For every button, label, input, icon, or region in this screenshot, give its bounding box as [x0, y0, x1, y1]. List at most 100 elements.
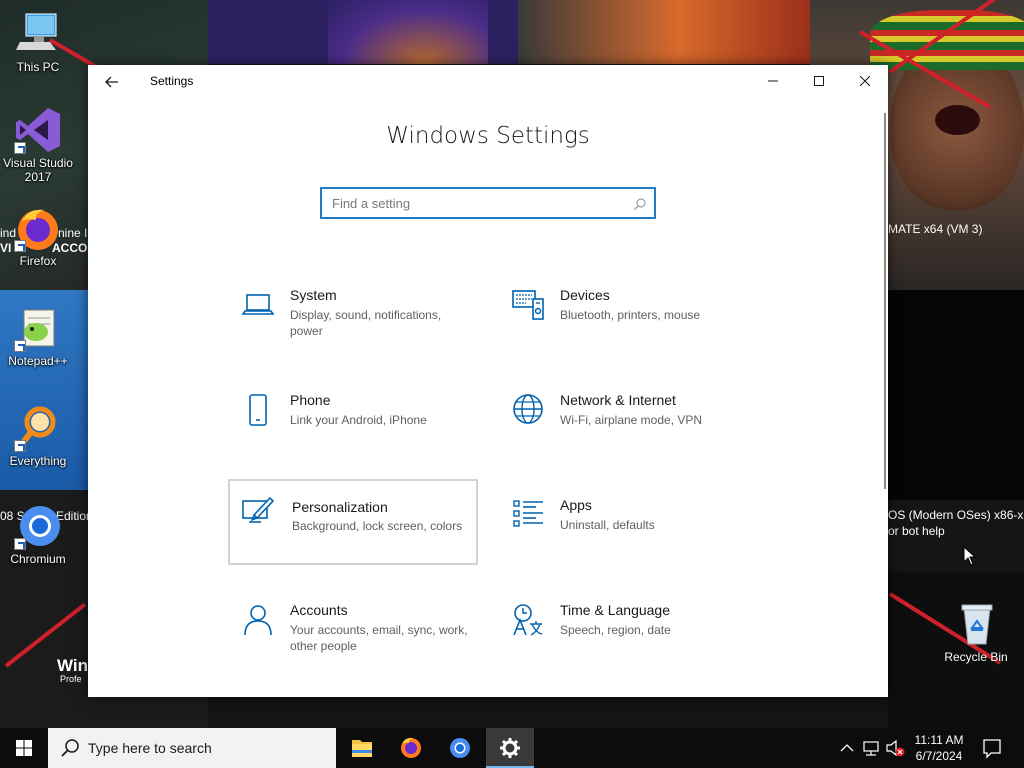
taskbar-firefox[interactable]: [387, 728, 435, 768]
shortcut-arrow-icon: [14, 240, 26, 252]
shortcut-arrow-icon: [14, 440, 26, 452]
minimize-icon: [768, 80, 778, 82]
wallpaper-tile: [888, 290, 1024, 500]
network-icon: [863, 741, 879, 756]
chevron-up-icon: [840, 744, 854, 752]
globe-icon: [510, 392, 546, 428]
recycle-bin-icon: [952, 600, 1000, 648]
category-devices[interactable]: Devices Bluetooth, printers, mouse: [498, 279, 748, 365]
category-description: Wi-Fi, airplane mode, VPN: [560, 413, 703, 427]
taskbar-chromium[interactable]: [436, 728, 484, 768]
search-icon: [61, 739, 79, 757]
maximize-button[interactable]: [796, 65, 842, 97]
shortcut-arrow-icon: [14, 142, 26, 154]
desktop-icon-visual-studio[interactable]: Visual Studio 2017: [0, 106, 76, 184]
category-description: Your accounts, email, sync, work, other …: [290, 623, 468, 653]
category-network-internet[interactable]: Network & Internet Wi-Fi, airplane mode,…: [498, 384, 748, 470]
chromium-icon: [14, 502, 62, 550]
category-system[interactable]: System Display, sound, notifications, po…: [228, 279, 478, 365]
phone-icon: [240, 392, 276, 428]
volume-button[interactable]: [884, 728, 906, 768]
time-language-icon: [510, 602, 546, 638]
category-title: Apps: [560, 497, 592, 513]
maximize-icon: [814, 76, 824, 86]
taskbar-search-placeholder: Type here to search: [88, 740, 212, 756]
laptop-icon: [240, 287, 276, 323]
shortcut-arrow-icon: [14, 340, 26, 352]
desktop-icon-recycle-bin[interactable]: Recycle Bin: [938, 600, 1014, 664]
notification-icon: [983, 739, 1001, 759]
desktop-icon-notepad-plus-plus[interactable]: Notepad++: [0, 304, 76, 368]
firefox-icon: [14, 204, 62, 252]
category-title: System: [290, 287, 337, 303]
category-title: Network & Internet: [560, 392, 676, 408]
category-title: Devices: [560, 287, 610, 303]
category-apps[interactable]: Apps Uninstall, defaults: [498, 489, 748, 575]
window-title: Settings: [150, 74, 194, 88]
minimize-button[interactable]: [750, 65, 796, 97]
notepad-plus-plus-icon: [14, 304, 62, 352]
search-input[interactable]: [322, 189, 622, 217]
chromium-icon: [450, 738, 470, 758]
wallpaper-tile: [518, 0, 810, 64]
category-title: Personalization: [292, 499, 388, 515]
back-arrow-icon: [105, 76, 118, 88]
category-title: Accounts: [290, 602, 348, 618]
page-title: Windows Settings: [386, 123, 590, 149]
network-status-button[interactable]: [860, 728, 882, 768]
taskbar-settings[interactable]: [486, 728, 534, 768]
computer-icon: [14, 10, 62, 58]
clock-time: 11:11 AM: [914, 733, 964, 747]
action-center-button[interactable]: [978, 728, 1006, 768]
desktop-icon-firefox[interactable]: Firefox: [0, 204, 76, 268]
person-icon: [240, 602, 276, 638]
category-time-language[interactable]: Time & Language Speech, region, date: [498, 594, 748, 680]
apps-list-icon: [510, 497, 546, 533]
desktop-icon-chromium[interactable]: Chromium: [0, 502, 76, 566]
show-hidden-icons-button[interactable]: [838, 728, 856, 768]
settings-window: Settings Windows Settings Find a setting…: [88, 65, 888, 697]
volume-muted-icon: [886, 739, 905, 757]
start-button[interactable]: [0, 728, 48, 768]
devices-icon: [510, 287, 546, 323]
taskbar: Type here to search 11:11 AM 6/7/2024: [0, 728, 1024, 768]
search-icon: [634, 197, 646, 215]
vm-caption: or bot help: [888, 524, 945, 538]
find-setting-search-box[interactable]: [320, 187, 656, 219]
gear-icon: [500, 738, 520, 758]
category-description: Speech, region, date: [560, 623, 671, 637]
folder-icon: [352, 740, 372, 757]
magnifier-icon: [14, 404, 62, 452]
desktop-icon-everything[interactable]: Everything: [0, 404, 76, 468]
category-phone[interactable]: Phone Link your Android, iPhone: [228, 384, 478, 470]
taskbar-file-explorer[interactable]: [338, 728, 386, 768]
vm-caption: MATE x64 (VM 3): [888, 222, 983, 236]
category-description: Background, lock screen, colors: [292, 519, 463, 533]
category-description: Bluetooth, printers, mouse: [560, 308, 701, 322]
scrollbar[interactable]: [884, 113, 886, 489]
back-button[interactable]: [98, 69, 126, 95]
shortcut-arrow-icon: [14, 538, 26, 550]
clock-date: 6/7/2024: [915, 749, 963, 763]
visual-studio-icon: [14, 106, 62, 154]
wallpaper-text: Profe: [60, 674, 82, 684]
category-description: Display, sound, notifications, power: [290, 308, 442, 338]
category-title: Time & Language: [560, 602, 670, 618]
category-title: Phone: [290, 392, 331, 408]
category-description: Link your Android, iPhone: [290, 413, 427, 427]
category-description: Uninstall, defaults: [560, 518, 655, 532]
close-button[interactable]: [842, 65, 888, 97]
taskbar-search-box[interactable]: Type here to search: [48, 728, 336, 768]
close-icon: [860, 76, 870, 86]
category-personalization[interactable]: Personalization Background, lock screen,…: [228, 479, 478, 565]
vm-caption: OS (Modern OSes) x86-x6: [888, 508, 1024, 522]
title-bar: Settings: [88, 65, 888, 97]
mouse-pointer-icon: [963, 545, 977, 571]
firefox-icon: [401, 737, 421, 758]
personalization-icon: [240, 493, 276, 529]
wallpaper-tile: [208, 0, 518, 64]
system-clock[interactable]: 11:11 AM 6/7/2024: [906, 732, 972, 764]
category-accounts[interactable]: Accounts Your accounts, email, sync, wor…: [228, 594, 478, 680]
desktop-icon-this-pc[interactable]: This PC: [0, 10, 76, 74]
windows-logo-icon: [16, 740, 32, 756]
